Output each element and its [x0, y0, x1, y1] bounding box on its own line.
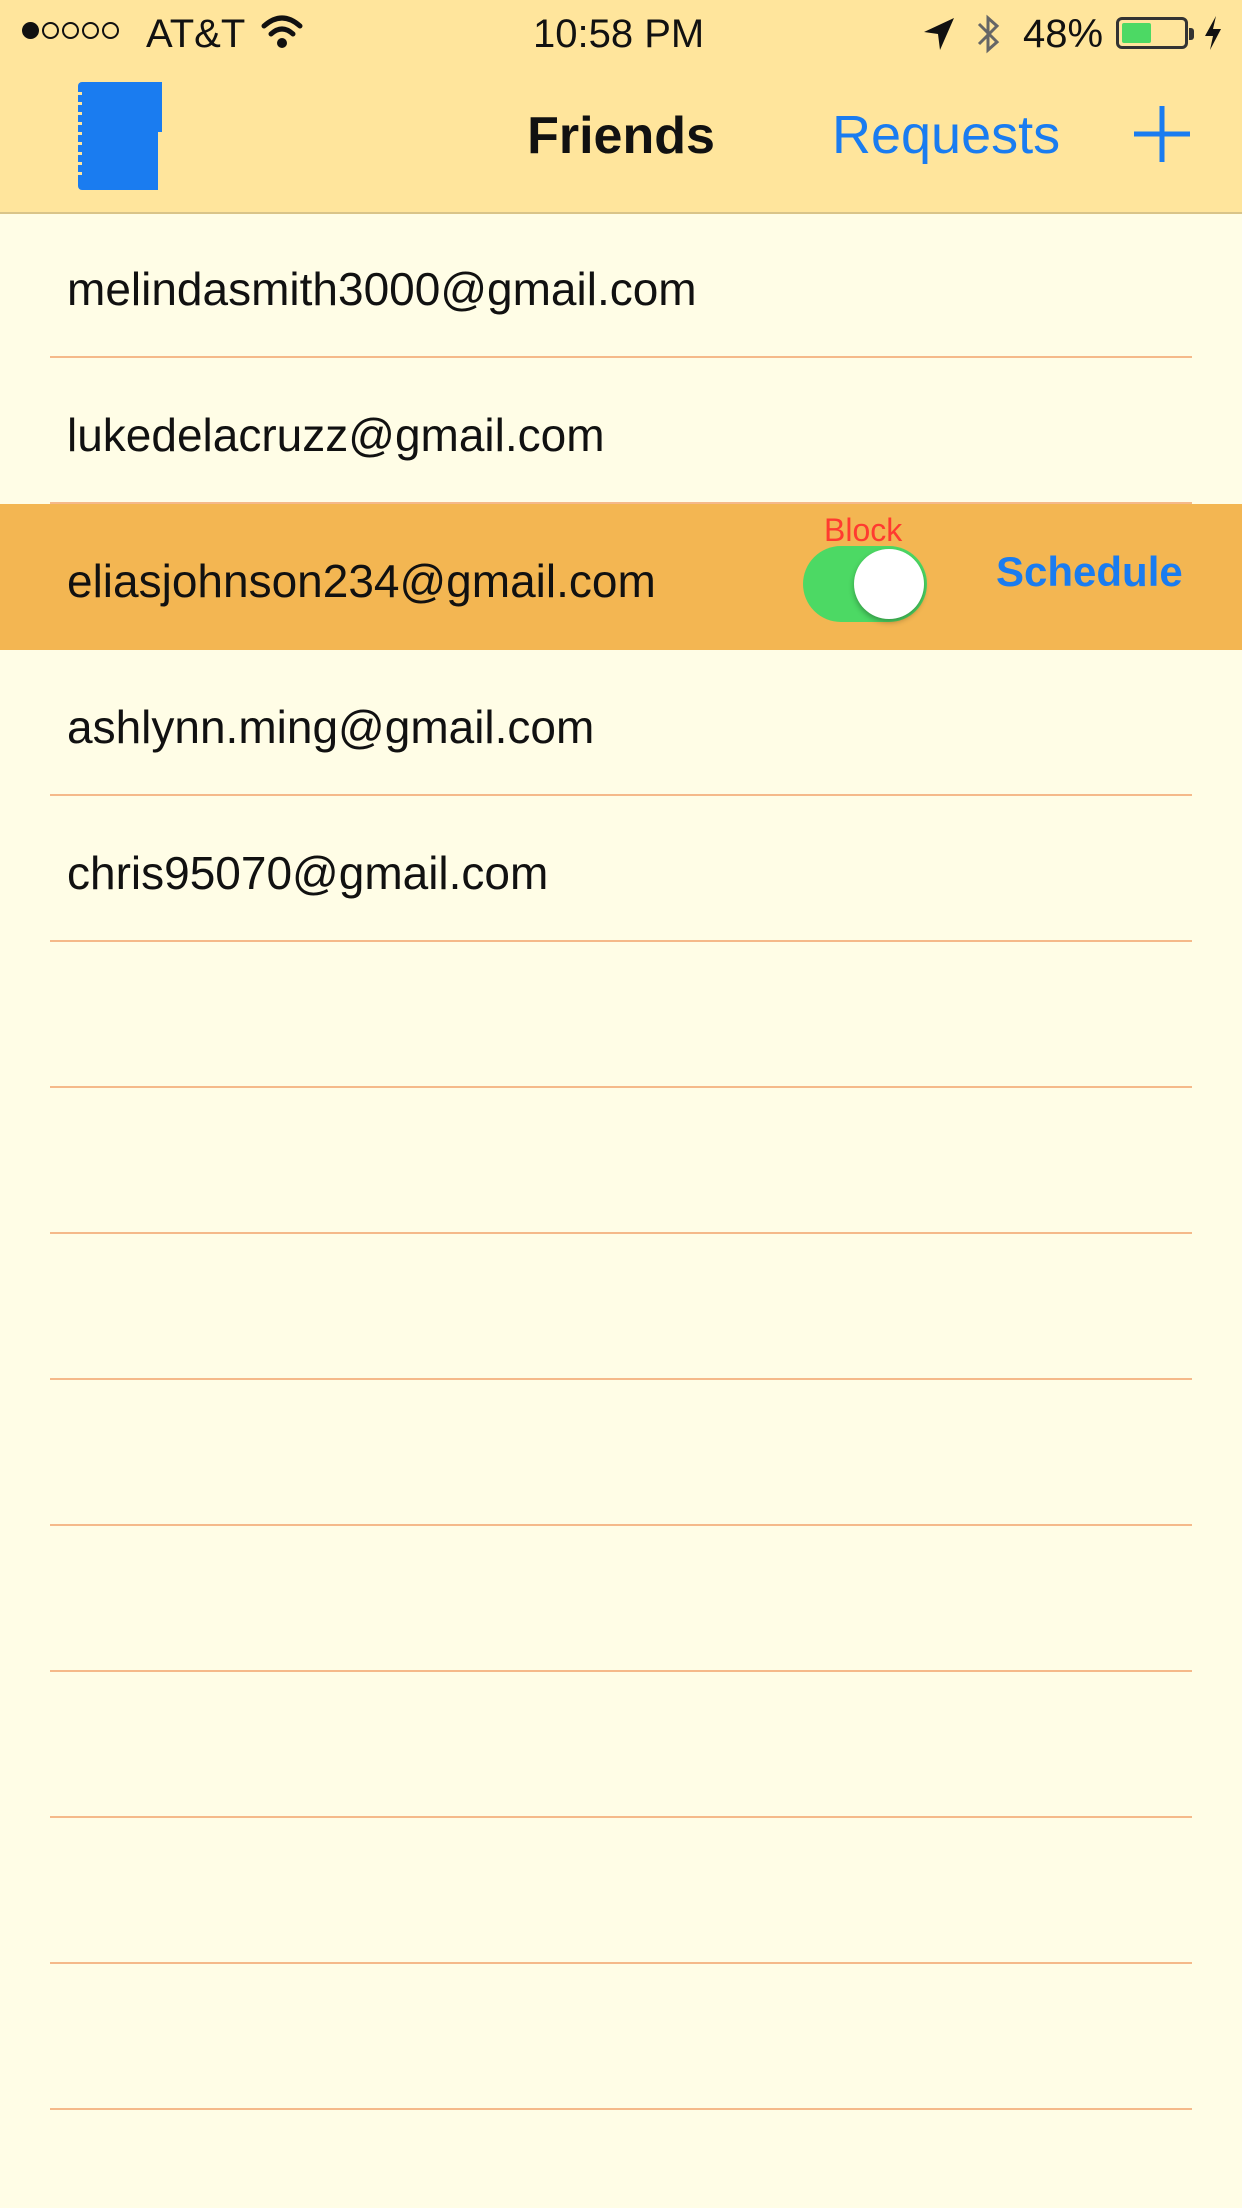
empty-row — [0, 1818, 1242, 1964]
schedule-button[interactable]: Schedule — [996, 548, 1183, 596]
navigation-bar: Friends Requests — [0, 66, 1242, 212]
block-label: Block — [824, 512, 903, 548]
friend-email: melindasmith3000@gmail.com — [67, 263, 697, 315]
status-bar: AT&T 10:58 PM 48% — [0, 0, 1242, 66]
friend-email: ashlynn.ming@gmail.com — [67, 701, 595, 753]
empty-row — [0, 1088, 1242, 1234]
wifi-icon — [261, 15, 303, 48]
friend-email: eliasjohnson234@gmail.com — [67, 555, 656, 607]
carrier-label: AT&T — [146, 12, 246, 56]
charging-bolt-icon — [1205, 16, 1221, 50]
friend-row[interactable]: chris95070@gmail.com — [0, 796, 1242, 942]
empty-row — [0, 1380, 1242, 1526]
battery-icon — [1116, 17, 1194, 49]
row-separator — [50, 2108, 1192, 2110]
block-toggle[interactable] — [803, 546, 927, 622]
empty-row — [0, 1672, 1242, 1818]
signal-strength-icon — [22, 22, 122, 44]
clock: 10:58 PM — [533, 12, 705, 56]
friend-email: chris95070@gmail.com — [67, 847, 549, 899]
empty-row — [0, 1234, 1242, 1380]
empty-row — [0, 942, 1242, 1088]
bluetooth-icon — [977, 14, 1000, 54]
battery-percent: 48% — [1023, 12, 1104, 56]
requests-button[interactable]: Requests — [832, 104, 1060, 166]
empty-row — [0, 1526, 1242, 1672]
friend-email: lukedelacruzz@gmail.com — [67, 409, 605, 461]
empty-row — [0, 1964, 1242, 2110]
friend-row[interactable]: melindasmith3000@gmail.com — [0, 212, 1242, 358]
friend-row[interactable]: lukedelacruzz@gmail.com — [0, 358, 1242, 504]
location-arrow-icon — [924, 18, 954, 50]
friend-row[interactable]: ashlynn.ming@gmail.com — [0, 650, 1242, 796]
plus-icon[interactable] — [1130, 102, 1194, 166]
header: AT&T 10:58 PM 48% Friends Requests — [0, 0, 1242, 214]
friend-row-selected[interactable]: eliasjohnson234@gmail.com Block Schedule — [0, 504, 1242, 650]
